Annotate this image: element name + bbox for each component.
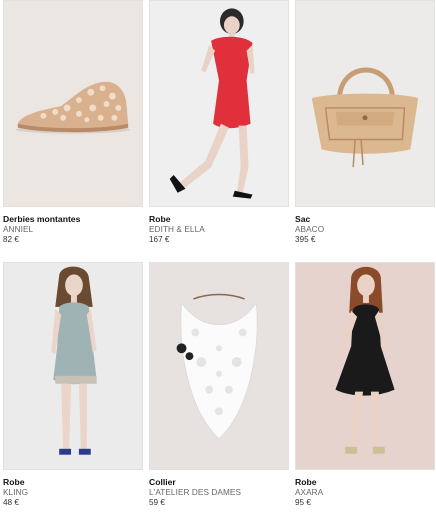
product-price: 48 € (3, 498, 19, 507)
product-category[interactable]: Robe (295, 477, 435, 488)
lace-ankle-boot-image[interactable] (3, 0, 143, 207)
product-card[interactable]: Sac ABACO 395 € (295, 0, 435, 246)
product-card[interactable]: Robe EDITH & ELLA 167 € (149, 0, 289, 246)
product-info: Derbies montantes ANNIEL 82 € (3, 207, 143, 246)
product-price: 167 € (149, 235, 170, 244)
product-info: Robe KLING 48 € (3, 470, 143, 509)
product-info: Robe AXARA 95 € (295, 470, 435, 509)
product-category[interactable]: Robe (3, 477, 143, 488)
red-dress-model-image[interactable] (149, 0, 289, 207)
product-brand[interactable]: ANNIEL (3, 225, 143, 236)
product-price: 59 € (149, 498, 165, 507)
product-brand[interactable]: L'ATELIER DES DAMES (149, 488, 289, 499)
product-brand[interactable]: ABACO (295, 225, 435, 236)
product-info: Collier L'ATELIER DES DAMES 59 € (149, 470, 289, 509)
product-price: 395 € (295, 235, 316, 244)
product-card[interactable]: Robe AXARA 95 € (295, 262, 435, 509)
product-card[interactable]: Collier L'ATELIER DES DAMES 59 € (149, 262, 289, 509)
product-brand[interactable]: EDITH & ELLA (149, 225, 289, 236)
grey-blue-dress-model-image[interactable] (3, 262, 143, 470)
beige-handbag-image[interactable] (295, 0, 435, 207)
product-card[interactable]: Derbies montantes ANNIEL 82 € (3, 0, 143, 246)
product-category[interactable]: Derbies montantes (3, 214, 143, 225)
product-price: 82 € (3, 235, 19, 244)
product-brand[interactable]: KLING (3, 488, 143, 499)
product-brand[interactable]: AXARA (295, 488, 435, 499)
product-info: Sac ABACO 395 € (295, 207, 435, 246)
product-category[interactable]: Sac (295, 214, 435, 225)
black-dress-model-image[interactable] (295, 262, 435, 470)
product-price: 95 € (295, 498, 311, 507)
white-lace-collar-necklace-image[interactable] (149, 262, 289, 470)
product-category[interactable]: Robe (149, 214, 289, 225)
product-grid: Derbies montantes ANNIEL 82 € Robe EDITH… (0, 0, 436, 512)
product-info: Robe EDITH & ELLA 167 € (149, 207, 289, 246)
product-card[interactable]: Robe KLING 48 € (3, 262, 143, 509)
product-category[interactable]: Collier (149, 477, 289, 488)
